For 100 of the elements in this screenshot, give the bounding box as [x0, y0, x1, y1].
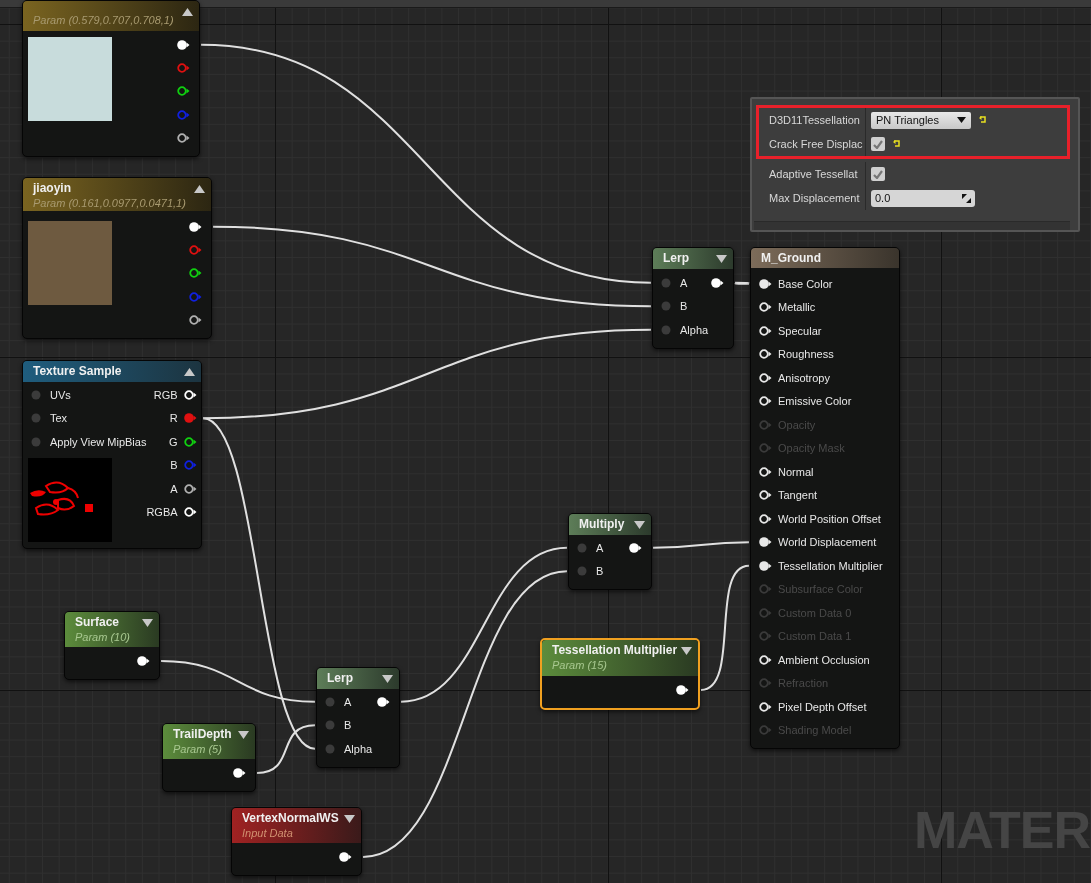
wire[interactable]	[202, 328, 652, 420]
check-icon	[873, 139, 883, 149]
wire[interactable]	[160, 660, 316, 703]
pin-label: Normal	[778, 465, 814, 478]
node-title: Surface	[75, 615, 121, 630]
graph-node[interactable]: Surface Param (10)	[64, 611, 160, 680]
input-pin[interactable]	[759, 325, 772, 336]
pin-label: Alpha	[680, 323, 709, 336]
pin-label: G	[169, 435, 178, 448]
wire[interactable]	[212, 225, 652, 308]
output-pin[interactable]	[233, 768, 246, 778]
node-title: M_Ground	[761, 251, 822, 266]
wire[interactable]	[256, 724, 316, 774]
input-pin[interactable]	[759, 302, 772, 313]
output-pin[interactable]	[189, 315, 202, 326]
output-pin[interactable]	[177, 133, 190, 144]
input-pin[interactable]	[759, 560, 772, 571]
node-title: Lerp	[327, 671, 354, 686]
pin-label: Anisotropy	[778, 371, 830, 384]
output-pin[interactable]	[183, 389, 197, 400]
output-pin[interactable]	[339, 852, 352, 862]
pin-label: Specular	[778, 324, 822, 337]
wire[interactable]	[734, 281, 750, 285]
input-pin[interactable]	[759, 701, 772, 712]
node-subtitle: Param (15)	[552, 658, 609, 673]
input-pin[interactable]	[759, 513, 772, 524]
input-pin[interactable]	[759, 396, 772, 407]
pin-label: A	[344, 695, 352, 708]
output-pin[interactable]	[629, 542, 642, 553]
node-subtitle: Param (0.579,0.707,0.708,1)	[33, 13, 175, 28]
checkbox[interactable]	[871, 167, 885, 181]
node-title: Lerp	[663, 251, 690, 266]
output-pin[interactable]	[189, 221, 202, 232]
pin-label: B	[170, 459, 178, 472]
graph-node[interactable]: VertexNormalWS Input Data	[231, 807, 362, 876]
pin-label: RGB	[153, 388, 178, 401]
node-title: jiaoyin	[33, 181, 72, 196]
output-pin[interactable]	[711, 277, 724, 288]
output-pin[interactable]	[137, 656, 150, 666]
collapse-arrow-icon[interactable]	[194, 185, 205, 193]
pin-label: Alpha	[344, 742, 373, 755]
output-pin[interactable]	[183, 483, 197, 494]
output-pin[interactable]	[183, 436, 197, 447]
output-pin[interactable]	[189, 268, 202, 279]
node-subtitle: Param (0.161,0.0977,0.0471,1)	[33, 196, 187, 211]
pin-label: Emissive Color	[778, 395, 852, 408]
collapse-arrow-icon[interactable]	[681, 647, 692, 655]
collapse-arrow-icon[interactable]	[142, 619, 153, 627]
graph-node[interactable]: Tessellation Multiplier Param (15)	[540, 638, 700, 710]
node-subtitle: Param (5)	[173, 742, 223, 757]
graph-node[interactable]: Multiply A B	[568, 513, 652, 590]
output-pin[interactable]	[676, 685, 689, 695]
pin-label: Tessellation Multiplier	[778, 559, 883, 572]
pin-label: Tex	[50, 412, 68, 425]
dropdown[interactable]: PN Triangles	[871, 111, 971, 129]
graph-node[interactable]: jiaoyin Param (0.161,0.0977,0.0471,1)	[22, 177, 212, 339]
node-title: Tessellation Multiplier	[552, 643, 676, 658]
reset-icon[interactable]	[893, 140, 901, 148]
collapse-arrow-icon[interactable]	[634, 521, 645, 529]
input-pin[interactable]	[759, 490, 772, 501]
pin-label: A	[170, 482, 178, 495]
wire[interactable]	[652, 541, 750, 549]
check-icon	[873, 169, 883, 179]
collapse-arrow-icon[interactable]	[238, 731, 249, 739]
output-pin[interactable]	[183, 507, 197, 518]
pin-label: UVs	[50, 388, 71, 401]
checkbox[interactable]	[871, 137, 885, 151]
collapse-arrow-icon[interactable]	[382, 675, 393, 683]
graph-node[interactable]: Lerp A B Alpha	[652, 247, 734, 349]
graph-node[interactable]: Param (0.579,0.707,0.708,1)	[22, 0, 200, 157]
node-subtitle: Input Data	[242, 826, 294, 841]
pin-label: RGBA	[146, 506, 178, 519]
collapse-arrow-icon[interactable]	[182, 8, 193, 16]
node-title: TrailDepth	[173, 727, 233, 742]
pin-label: Tangent	[778, 489, 818, 502]
collapse-arrow-icon[interactable]	[184, 368, 195, 376]
node-title: VertexNormalWS	[242, 811, 339, 826]
collapse-arrow-icon[interactable]	[716, 255, 727, 263]
wire[interactable]	[700, 564, 750, 691]
graph-node[interactable]: TrailDepth Param (5)	[162, 723, 256, 792]
pin-label: A	[596, 541, 604, 554]
graph-node[interactable]: Lerp A B Alpha	[316, 667, 400, 768]
reset-icon[interactable]	[979, 116, 987, 124]
number-field[interactable]: 0.0	[871, 189, 975, 207]
output-pin[interactable]	[177, 39, 190, 50]
node-title: Multiply	[579, 517, 626, 532]
graph-node[interactable]	[750, 247, 900, 749]
input-pin[interactable]	[759, 349, 772, 360]
input-pin[interactable]	[759, 537, 772, 548]
input-pin[interactable]	[759, 654, 772, 665]
input-pin[interactable]	[759, 372, 772, 383]
property-label: Max Displacement	[759, 186, 866, 210]
pin-label: Apply View MipBias	[50, 435, 147, 448]
input-pin[interactable]	[759, 466, 772, 477]
property-label: Crack Free Displac	[759, 132, 866, 156]
output-pin[interactable]	[177, 86, 190, 97]
output-pin[interactable]	[377, 696, 390, 707]
collapse-arrow-icon[interactable]	[344, 815, 355, 823]
graph-node[interactable]: Texture Sample UVs Tex Apply View MipBias RGB R G B A RGBA	[22, 360, 202, 549]
input-pin[interactable]	[759, 278, 772, 289]
